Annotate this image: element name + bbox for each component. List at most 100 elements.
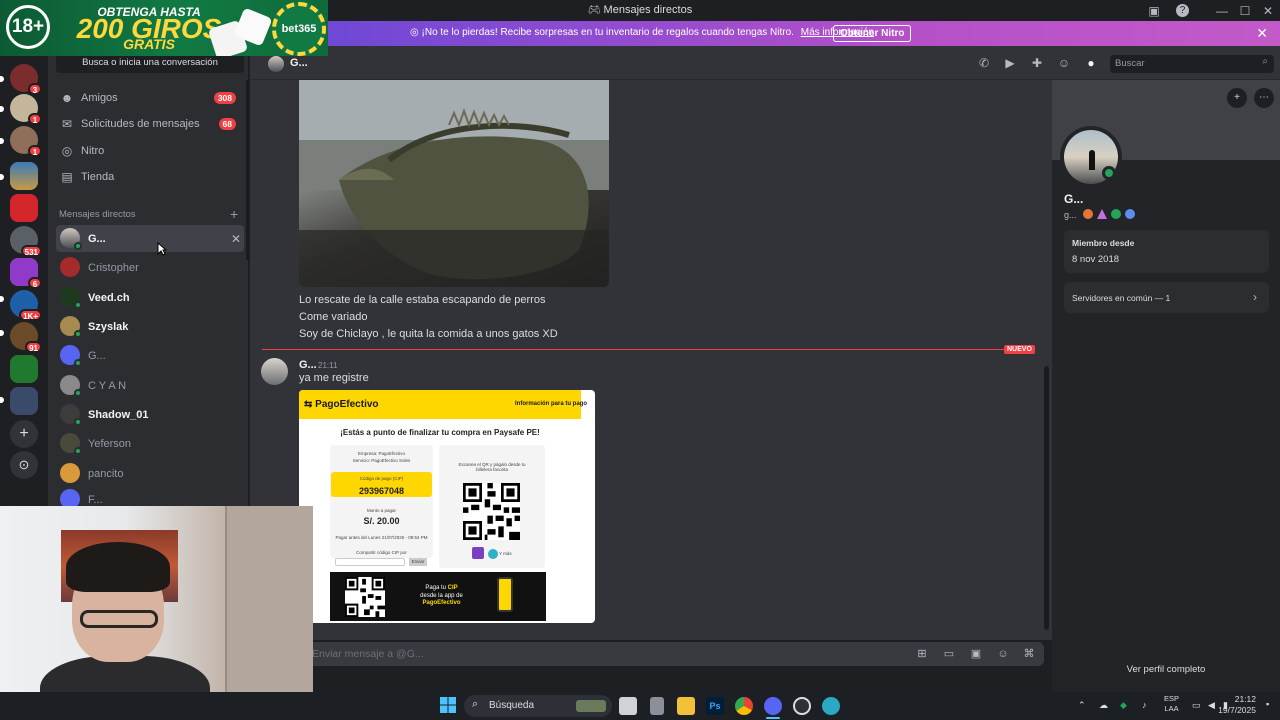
apps-icon[interactable]: ⌘ (1022, 648, 1036, 661)
get-nitro-button[interactable]: Obtener Nitro (833, 25, 912, 42)
chrome-icon[interactable] (735, 697, 753, 715)
emoji-icon[interactable]: ☺ (996, 648, 1010, 661)
dm-item[interactable]: C Y A N (56, 372, 244, 399)
obs-icon[interactable] (793, 697, 811, 715)
nav-message-requests[interactable]: ✉ Solicitudes de mensajes 68 (56, 111, 242, 137)
gif-icon[interactable]: ▭ (942, 648, 956, 661)
add-server-icon[interactable]: + (10, 420, 38, 448)
nav-shop[interactable]: ▤ Tienda (56, 164, 242, 190)
server-icon[interactable]: 1 (10, 94, 42, 125)
close-window-button[interactable]: ✕ (1260, 3, 1276, 19)
dm-name: Szyslak (88, 321, 129, 333)
maximize-button[interactable]: ☐ (1237, 3, 1253, 19)
minimize-button[interactable]: — (1214, 3, 1230, 19)
dm-item[interactable]: Cristopher (56, 254, 244, 281)
dm-item[interactable]: Yeferson (56, 430, 244, 457)
video-call-icon[interactable]: ▶ (1003, 56, 1017, 70)
server-icon[interactable] (10, 355, 38, 383)
online-status-icon (74, 242, 82, 250)
badge-icon[interactable] (1097, 209, 1107, 219)
share-input (335, 558, 405, 566)
dm-item[interactable]: F... (56, 486, 244, 506)
create-dm-button[interactable]: + (230, 206, 238, 222)
message-text: Come variado (299, 311, 368, 323)
search-highlight-icon (576, 700, 606, 712)
qr-code-icon (345, 577, 385, 617)
header-avatar (268, 56, 284, 72)
add-friend-icon[interactable]: + (1227, 88, 1247, 108)
add-friends-icon[interactable]: ☺ (1057, 56, 1071, 70)
app-icon[interactable] (650, 697, 664, 715)
dm-item[interactable]: pancito (56, 460, 244, 487)
onedrive-icon[interactable]: ☁ (1099, 700, 1108, 711)
sticker-icon[interactable]: ▣ (969, 648, 983, 661)
close-banner-button[interactable]: ✕ (1256, 25, 1268, 42)
badge-icon[interactable] (1125, 209, 1135, 219)
gift-icon[interactable]: ⊞ (915, 648, 929, 661)
message-author[interactable]: G... (299, 359, 317, 371)
view-full-profile-link[interactable]: Ver perfil completo (1052, 664, 1280, 675)
server-badge: 1K+ (19, 309, 42, 321)
dm-item[interactable]: G... (56, 342, 244, 369)
taskbar-clock[interactable]: 21:12 19/7/2025 (1218, 694, 1256, 716)
online-status-icon (74, 359, 82, 367)
payment-receipt-image[interactable]: ⇆ PagoEfectivo Información para tu pago … (299, 390, 595, 623)
badge-icon[interactable] (1083, 209, 1093, 219)
dm-name: C Y A N (88, 380, 127, 392)
server-icon[interactable] (10, 162, 38, 190)
help-icon[interactable]: ? (1176, 4, 1189, 17)
server-icon[interactable]: 3 (10, 64, 42, 95)
pin-icon[interactable]: ✚ (1030, 56, 1044, 70)
server-icon[interactable] (10, 387, 38, 415)
volume-icon[interactable]: ◀ (1208, 700, 1215, 711)
network-icon[interactable]: ▭ (1192, 700, 1201, 711)
more-apps-text: Y más (499, 551, 512, 556)
user-profile-icon[interactable]: ● (1084, 56, 1098, 70)
task-view-icon[interactable] (619, 697, 637, 715)
common-servers-button[interactable]: Servidores en común — 1 › (1064, 282, 1269, 313)
windows-taskbar: ⌕ Búsqueda Ps ⌃ ☁ ◆ ♪ ESP LAA ▭ ◀ ▮ 21:12… (0, 692, 1280, 720)
server-icon[interactable]: 6 (10, 258, 42, 289)
file-explorer-icon[interactable] (677, 697, 695, 715)
background-cabinet (225, 506, 313, 720)
server-icon[interactable]: 91 (10, 322, 42, 353)
voice-call-icon[interactable]: ✆ (977, 56, 991, 70)
photoshop-icon[interactable]: Ps (706, 697, 724, 715)
server-icon[interactable]: 1 (10, 126, 42, 157)
app-icon[interactable] (822, 697, 840, 715)
chat-scrollbar[interactable] (1044, 366, 1049, 630)
message-author-avatar[interactable] (261, 358, 288, 385)
server-icon[interactable]: 531 (10, 226, 42, 257)
close-dm-button[interactable]: ✕ (231, 232, 241, 246)
chat-search-input[interactable]: Buscar ⌕ (1110, 55, 1274, 73)
message-input[interactable]: Enviar mensaje a @G... (300, 642, 1044, 666)
notifications-icon[interactable]: ▪ (1266, 699, 1269, 709)
shield-icon[interactable]: ◆ (1120, 700, 1127, 711)
nav-friends[interactable]: ☻ Amigos 308 (56, 85, 242, 111)
dm-item[interactable]: Shadow_01 (56, 401, 244, 428)
input-language[interactable]: ESP LAA (1164, 694, 1179, 714)
find-conversation-button[interactable]: Busca o inicia una conversación (56, 53, 244, 73)
banner-message: ¡No te lo pierdas! Recibe sorpresas en t… (421, 27, 794, 38)
bet365-ad[interactable]: 18+ OBTENGA HASTA 200 GIROS GRATIS bet36… (0, 0, 328, 56)
more-options-icon[interactable]: ⋯ (1254, 88, 1274, 108)
server-icon[interactable] (10, 194, 38, 222)
discord-taskbar-icon[interactable] (764, 697, 782, 715)
dm-item[interactable]: G... (56, 225, 244, 252)
server-icon[interactable]: 1K+ (10, 290, 42, 321)
nav-label: Amigos (81, 92, 118, 104)
iguana-image-attachment[interactable] (299, 80, 609, 287)
dm-item[interactable]: Veed.ch (56, 284, 244, 311)
share-text: Compartir código CIP por (356, 550, 407, 555)
dm-item[interactable]: Szyslak (56, 313, 244, 340)
explore-icon[interactable]: ⊙ (10, 451, 38, 479)
sidebar-scrollbar[interactable] (246, 80, 249, 260)
windows-start-icon[interactable] (440, 697, 456, 713)
badge-icon[interactable] (1111, 209, 1121, 219)
profile-display-name: G... (1064, 192, 1084, 206)
microphone-icon[interactable]: ♪ (1142, 700, 1147, 710)
nav-nitro[interactable]: ◎ Nitro (56, 138, 242, 164)
inbox-icon[interactable]: ▣ (1146, 3, 1162, 19)
tray-chevron-icon[interactable]: ⌃ (1078, 700, 1086, 711)
taskbar-search[interactable]: ⌕ Búsqueda (464, 695, 612, 717)
